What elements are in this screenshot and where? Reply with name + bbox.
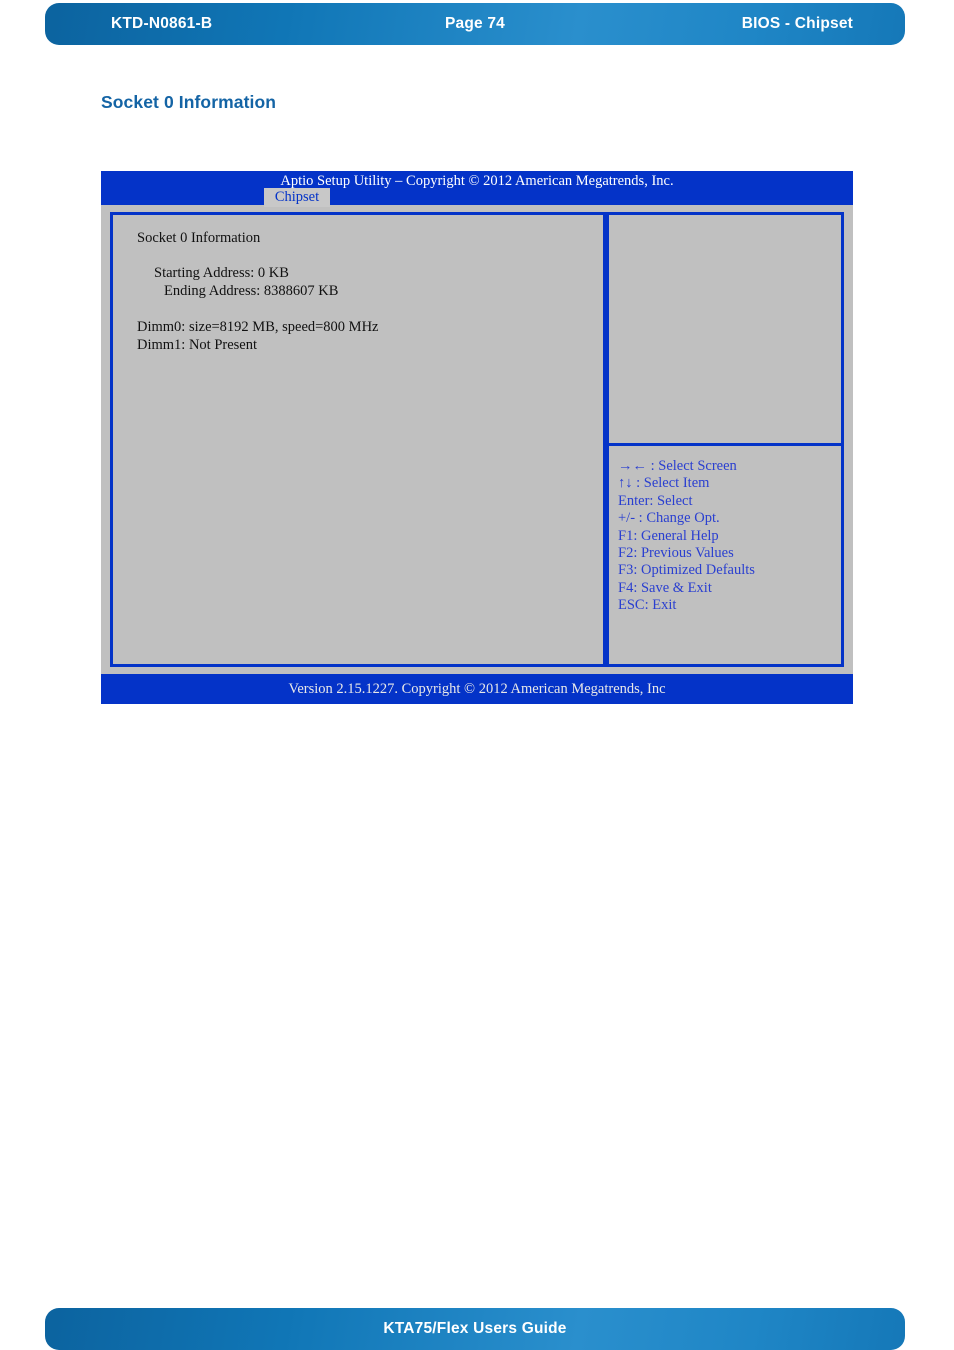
key-f2-previous-values: F2: Previous Values <box>618 545 734 562</box>
bios-titlebar-gap <box>101 205 853 212</box>
key-enter-select: Enter: Select <box>618 492 693 509</box>
key-f3-optimized-defaults: F3: Optimized Defaults <box>618 562 755 579</box>
bios-version-bar: Version 2.15.1227. Copyright © 2012 Amer… <box>101 674 853 704</box>
bios-key-legend-box: →← : Select Screen ↑↓ : Select Item Ente… <box>606 446 844 667</box>
starting-address-row: Starting Address: 0 KB <box>154 265 289 281</box>
row-spacer <box>137 300 603 318</box>
tab-chipset[interactable]: Chipset <box>264 188 330 207</box>
key-esc-exit: ESC: Exit <box>618 597 677 614</box>
bios-tab-row: Chipset <box>101 188 853 207</box>
dimm1-row: Dimm1: Not Present <box>137 337 258 353</box>
bios-title-bar: Aptio Setup Utility – Copyright © 2012 A… <box>101 171 853 207</box>
bios-side-panel: →← : Select Screen ↑↓ : Select Item Ente… <box>606 212 844 667</box>
socket-info-title: Socket 0 Information <box>137 230 261 246</box>
dimm0-row: Dimm0: size=8192 MB, speed=800 MHz <box>137 319 379 335</box>
key-change-opt: +/- : Change Opt. <box>618 510 720 527</box>
bios-main-panel: Socket 0 Information Starting Address: 0… <box>110 212 606 667</box>
page-footer-banner: KTA75/Flex Users Guide <box>45 1308 905 1350</box>
bios-setup-screen: Aptio Setup Utility – Copyright © 2012 A… <box>101 171 853 704</box>
guide-title: KTA75/Flex Users Guide <box>383 1320 567 1337</box>
key-select-screen: →← : Select Screen <box>618 458 737 474</box>
key-f1-general-help: F1: General Help <box>618 527 719 544</box>
bios-utility-title: Aptio Setup Utility – Copyright © 2012 A… <box>280 173 674 189</box>
page-header-banner: KTD-N0861-B Page 74 BIOS - Chipset <box>45 3 905 45</box>
section-name: BIOS - Chipset <box>741 15 853 32</box>
key-f4-save-exit: F4: Save & Exit <box>618 579 712 596</box>
bios-help-description-box <box>606 212 844 446</box>
bios-body: Socket 0 Information Starting Address: 0… <box>101 212 853 667</box>
page-title: Socket 0 Information <box>101 92 277 112</box>
key-select-item: ↑↓ : Select Item <box>618 475 710 492</box>
ending-address-row: Ending Address: 8388607 KB <box>164 283 339 299</box>
